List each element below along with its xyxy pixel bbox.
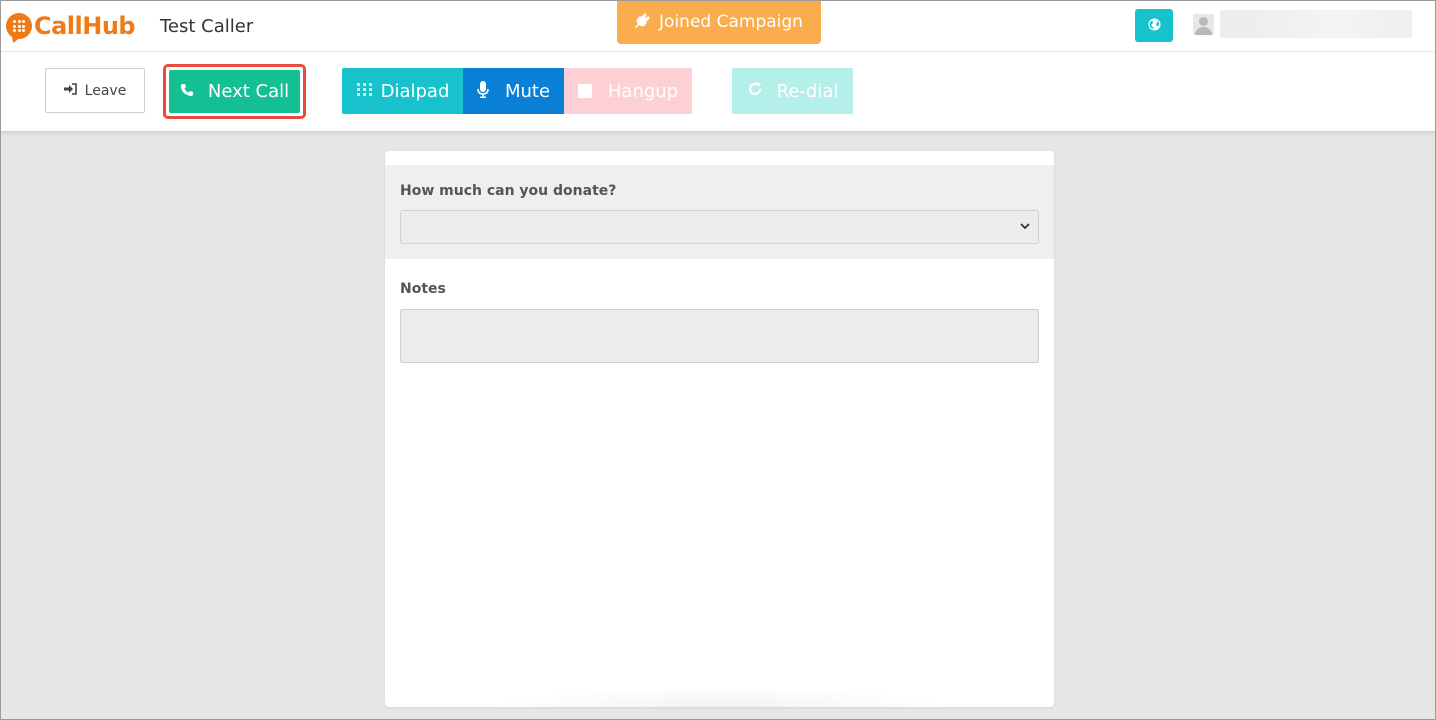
- dialpad-button[interactable]: Dialpad: [342, 68, 464, 114]
- callhub-logo[interactable]: CallHub: [6, 10, 136, 42]
- mute-label: Mute: [504, 80, 551, 102]
- microphone-icon: [477, 80, 489, 102]
- notes-label: Notes: [400, 281, 446, 297]
- plug-icon: [635, 12, 651, 32]
- username-redacted[interactable]: [1220, 10, 1412, 38]
- next-call-label: Next Call: [207, 81, 290, 102]
- joined-campaign-badge[interactable]: Joined Campaign: [617, 0, 821, 44]
- logo-bubble-icon: [6, 13, 32, 39]
- globe-icon: [1147, 17, 1161, 34]
- donate-question-block: How much can you donate?: [385, 165, 1054, 259]
- logo-text: CallHub: [34, 12, 136, 40]
- script-card: How much can you donate? Notes: [385, 151, 1054, 707]
- top-header: CallHub Test Caller Joined Campaign: [0, 0, 1436, 52]
- chevron-down-icon: [1020, 219, 1030, 236]
- hangup-label: Hangup: [607, 80, 679, 102]
- caller-name: Test Caller: [160, 16, 254, 37]
- hangup-button[interactable]: Hangup: [564, 68, 692, 114]
- language-button[interactable]: [1135, 9, 1173, 42]
- leave-button[interactable]: Leave: [45, 68, 145, 113]
- refresh-icon: [747, 81, 763, 102]
- notes-textarea[interactable]: [400, 309, 1039, 363]
- card-bottom-shadow: [485, 687, 955, 707]
- redial-button[interactable]: Re-dial: [732, 68, 853, 114]
- mute-button[interactable]: Mute: [463, 68, 564, 114]
- stop-icon: [577, 84, 592, 98]
- dialpad-label: Dialpad: [380, 80, 450, 102]
- dialpad-icon: [356, 82, 377, 100]
- sign-in-icon: [63, 82, 77, 99]
- call-toolbar: Leave Next Call Dialpad Mute Hangup Re-d…: [0, 52, 1436, 132]
- user-avatar-icon[interactable]: [1193, 14, 1214, 35]
- phone-icon: [180, 82, 194, 101]
- leave-label: Leave: [84, 82, 127, 99]
- donate-amount-select[interactable]: [400, 210, 1039, 244]
- redial-label: Re-dial: [776, 80, 839, 102]
- donate-question-label: How much can you donate?: [400, 183, 617, 199]
- next-call-button[interactable]: Next Call: [169, 70, 300, 113]
- joined-campaign-label: Joined Campaign: [659, 12, 803, 32]
